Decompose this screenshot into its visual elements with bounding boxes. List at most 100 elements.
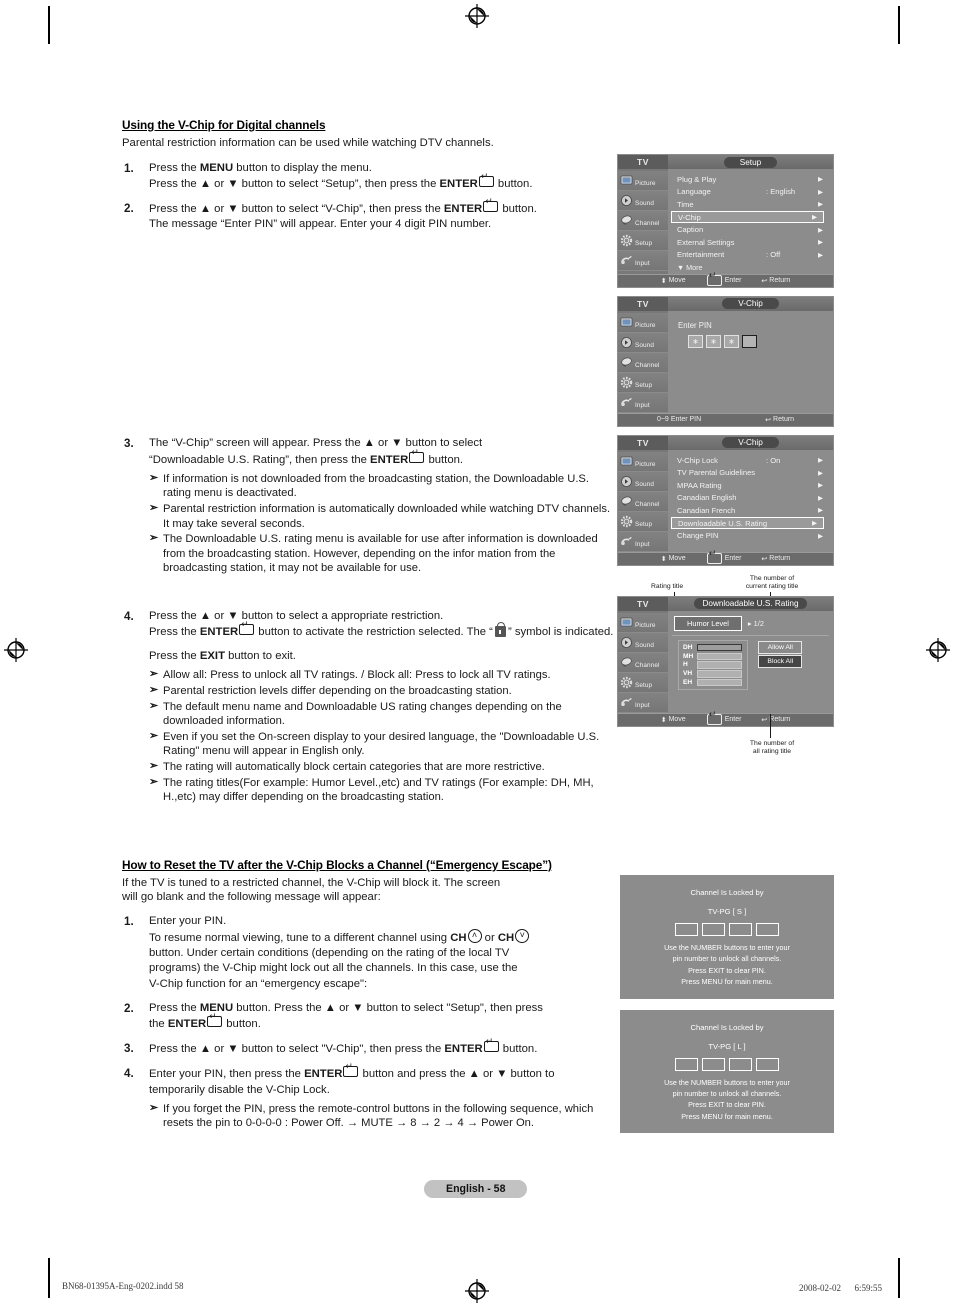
chevron-right-icon: ▶ — [818, 226, 823, 234]
menu-row-label: Downloadable U.S. Rating — [678, 518, 768, 528]
osd-header: TV V-Chip — [618, 435, 833, 450]
chevron-right-icon: ▶ — [818, 457, 823, 465]
pin-digit-2[interactable]: ∗ — [706, 334, 721, 348]
allow-block-buttons: Allow All Block All — [758, 640, 803, 691]
menu-row[interactable]: Change PIN ▶ — [674, 529, 829, 542]
menu-row-selected-vchip[interactable]: V-Chip ▶ — [671, 210, 824, 224]
rating-title-box[interactable]: Humor Level — [674, 615, 742, 631]
pin-input-group[interactable]: ∗ ∗ ∗ — [688, 334, 829, 348]
menu-row[interactable]: Time ▶ — [674, 198, 829, 211]
step-4: 4. Enter your PIN, then press the ENTER … — [122, 1062, 614, 1131]
section1-steps-cont: 3. The “V-Chip” screen will appear. Pres… — [122, 436, 614, 576]
setup-icon — [620, 515, 633, 528]
rating-checkbox[interactable] — [697, 652, 743, 661]
sidebar-item-sound[interactable]: Sound — [618, 471, 668, 492]
menu-row-label: Language — [677, 187, 711, 197]
menu-row-more[interactable]: ▼ More — [674, 261, 829, 274]
menu-row[interactable]: Canadian English ▶ — [674, 492, 829, 505]
menu-row[interactable]: Entertainment: Off ▶ — [674, 249, 829, 262]
sidebar-item-setup[interactable]: Setup — [618, 372, 668, 393]
note-text: Even if you set the On-screen display to… — [163, 730, 600, 758]
picture-icon — [620, 316, 633, 329]
menu-row[interactable]: External Settings ▶ — [674, 236, 829, 249]
rating-checkbox-selected[interactable] — [697, 643, 743, 652]
rating-body: DH MH H VH EH Allow All Block All — [672, 639, 829, 691]
section1-steps: 1. Press the MENU button to display the … — [122, 161, 614, 233]
input-icon — [620, 535, 633, 548]
note-arrow-icon: ➢ — [149, 668, 159, 681]
locked-rating: TV-PG [ S ] — [707, 907, 747, 916]
pin-digit-3[interactable] — [729, 923, 752, 936]
osd-menu-list: Plug & Play ▶ Language: English ▶ Time ▶ V-… — [668, 169, 833, 274]
pin-digit-1[interactable]: ∗ — [688, 334, 703, 348]
pin-digit-4[interactable] — [756, 1057, 779, 1071]
instruction-line: Press MENU for main menu. — [681, 1111, 773, 1121]
allow-all-button[interactable]: Allow All — [758, 640, 803, 654]
sidebar-item-setup[interactable]: Setup — [618, 672, 668, 693]
registration-target-top — [464, 3, 490, 29]
note-item: ➢ The rating titles(For example: Humor Le… — [149, 776, 614, 805]
menu-row-value: : Off — [766, 250, 781, 260]
sidebar-item-sound[interactable]: Sound — [618, 332, 668, 353]
sidebar-item-channel[interactable]: Channel — [618, 652, 668, 673]
crop-mark-bottom-left — [48, 1258, 50, 1298]
osd-title: Downloadable U.S. Rating — [694, 598, 807, 610]
menu-row[interactable]: Caption ▶ — [674, 223, 829, 236]
enter-button-label: ENTER — [199, 626, 239, 639]
block-all-button[interactable]: Block All — [758, 654, 803, 668]
step-text-line2c: button. — [494, 177, 533, 190]
osd-sidebar: Picture Sound Channel Setup Input — [618, 610, 668, 713]
registration-target-left — [3, 637, 29, 663]
instruction-line: Use the NUMBER buttons to enter your — [664, 1077, 790, 1087]
pin-digit-3[interactable]: ∗ — [724, 334, 739, 348]
osd-sidebar: Picture Sound Channel Setup Input — [618, 169, 668, 274]
rating-checkbox[interactable] — [697, 670, 743, 678]
rating-checkbox[interactable] — [697, 661, 743, 669]
sidebar-label: Sound — [635, 341, 654, 349]
sidebar-item-channel[interactable]: Channel — [618, 211, 668, 231]
pin-input-group[interactable] — [621, 923, 833, 936]
pin-digit-1[interactable] — [675, 923, 698, 936]
sidebar-item-picture[interactable]: Picture — [618, 612, 668, 633]
pin-input-group[interactable] — [621, 1057, 833, 1071]
sidebar-item-input[interactable]: Input — [618, 692, 668, 713]
menu-row-selected-downloadable[interactable]: Downloadable U.S. Rating ▶ — [671, 516, 824, 530]
sidebar-item-setup[interactable]: Setup — [618, 231, 668, 251]
pin-digit-3[interactable] — [729, 1057, 752, 1071]
step-2: 2. Press the MENU button. Press the ▲ or… — [122, 1001, 614, 1032]
sidebar-item-sound[interactable]: Sound — [618, 191, 668, 211]
sidebar-item-input[interactable]: Input — [618, 392, 668, 413]
sidebar-item-picture[interactable]: Picture — [618, 312, 668, 333]
osd-setup-menu: TV Setup Picture Sound Channel Setup Inp… — [618, 155, 833, 287]
menu-row[interactable]: MPAA Rating ▶ — [674, 479, 829, 492]
step-number: 1. — [124, 161, 134, 175]
pin-digit-2[interactable] — [702, 1057, 725, 1071]
pin-digit-2[interactable] — [702, 923, 725, 936]
step-text-line3c: button to exit. — [224, 650, 296, 663]
sidebar-item-input[interactable]: Input — [618, 531, 668, 552]
sidebar-item-picture[interactable]: Picture — [618, 451, 668, 472]
sidebar-item-picture[interactable]: Picture — [618, 171, 668, 191]
pin-digit-4[interactable] — [742, 334, 757, 348]
sidebar-item-channel[interactable]: Channel — [618, 352, 668, 373]
menu-row[interactable]: TV Parental Guidelines ▶ — [674, 466, 829, 479]
enter-key-icon — [483, 197, 499, 212]
sidebar-item-channel[interactable]: Channel — [618, 491, 668, 512]
sidebar-item-sound[interactable]: Sound — [618, 632, 668, 653]
chevron-right-icon: ▶ — [818, 532, 823, 540]
enter-button-label: ENTER — [444, 1043, 483, 1056]
note-item: ➢ The Downloadable U.S. rating menu is av… — [149, 532, 614, 576]
sidebar-item-setup[interactable]: Setup — [618, 511, 668, 532]
step-text-line1c: button. — [499, 202, 537, 215]
pin-digit-4[interactable] — [756, 923, 779, 936]
menu-row[interactable]: Canadian French ▶ — [674, 504, 829, 517]
locked-rating: TV-PG [ L ] — [708, 1041, 746, 1051]
menu-row[interactable]: V-Chip Lock: On ▶ — [674, 454, 829, 467]
menu-row[interactable]: Plug & Play ▶ — [674, 173, 829, 186]
menu-row[interactable]: Language: English ▶ — [674, 186, 829, 199]
sidebar-item-input[interactable]: Input — [618, 251, 668, 271]
registration-target-right — [925, 637, 951, 663]
menu-row-label: MPAA Rating — [677, 480, 722, 490]
rating-checkbox[interactable] — [697, 678, 743, 687]
pin-digit-1[interactable] — [675, 1057, 698, 1071]
